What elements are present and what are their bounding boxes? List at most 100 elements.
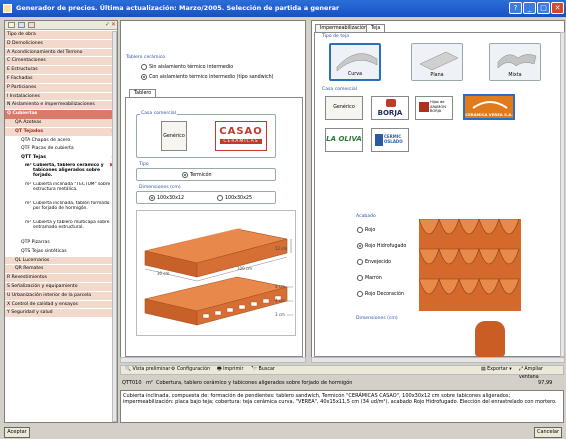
cross-icon[interactable]: ✕ — [111, 21, 116, 28]
result-unit: m² — [146, 380, 153, 386]
right-vscrollbar[interactable] — [560, 32, 565, 357]
vista-preliminar-button[interactable]: 🔍 Vista preliminar — [125, 366, 170, 374]
tree-item[interactable]: Tipo de obra — [5, 31, 117, 40]
brand-generico[interactable]: Genérico — [325, 96, 363, 120]
right-hscrollbar[interactable] — [311, 357, 565, 363]
check-icon[interactable]: ✓ — [105, 21, 110, 28]
partida-unit: m² — [25, 182, 32, 187]
tree-icon[interactable] — [28, 22, 35, 28]
radio-dim-12[interactable]: 100x30x12 — [149, 195, 184, 202]
grid-icon[interactable] — [18, 22, 25, 28]
configuracion-button[interactable]: ⚙ Configuración — [171, 366, 210, 374]
radio-sin-aislamiento[interactable]: Sin aislamiento térmico intermedio — [141, 64, 233, 71]
brand-verea[interactable]: CERÁMICA VEREA S.A. — [463, 94, 515, 120]
acabado-rojo-hidrofugado[interactable]: Rojo Hidrofugado — [357, 243, 406, 250]
brand-cermic-oslado[interactable]: CERMIC OSLADO — [371, 128, 409, 152]
acabado-rojo[interactable]: Rojo — [357, 227, 375, 234]
casao-button[interactable]: CASAO CERÁMICAS — [215, 121, 267, 151]
radio-button[interactable] — [357, 275, 363, 281]
minimize-button[interactable]: _ — [523, 2, 536, 14]
casa-comercial-group: Casa comercial Genérico CASAO CERÁMICAS — [136, 111, 276, 158]
radio-button[interactable] — [357, 243, 363, 249]
tab-tablero[interactable]: Tablero — [129, 89, 157, 97]
acabado-rojo-decoracion[interactable]: Rojo Decoración — [357, 291, 404, 298]
teja-curva-option[interactable]: Curva — [329, 43, 381, 81]
oslado-logo-icon — [375, 134, 383, 146]
maximize-button[interactable]: □ — [537, 2, 550, 14]
partida-unit: m² — [25, 163, 32, 168]
tree-item[interactable]: F Fachadas — [5, 75, 117, 84]
tab-impermeabilizacion[interactable]: Impermeabilización — [315, 24, 372, 32]
tree-item[interactable]: QTF Placas de cubierta — [5, 145, 117, 155]
brand-la-oliva[interactable]: LA OLIVA — [325, 128, 363, 152]
tile-texture-image — [419, 219, 521, 311]
radio-button[interactable] — [149, 195, 155, 201]
radio-con-aislamiento[interactable]: Con aislamiento térmico intermedio (tipo… — [141, 74, 274, 81]
radio-button[interactable] — [357, 291, 363, 297]
tree-item[interactable]: P Particiones — [5, 83, 117, 93]
tablero-ceramico-group: Tablero cerámico Sin aislamiento térmico… — [123, 55, 303, 89]
brand-aramon-borja[interactable]: Hijos de ARAMÓN BORJA — [415, 96, 453, 120]
result-code: QTT010 — [122, 380, 142, 386]
teja-mixta-option[interactable]: Mixta — [489, 43, 541, 81]
generico-button[interactable]: Genérico — [161, 121, 187, 151]
dimensiones-group: 100x30x12 100x30x25 — [136, 191, 276, 204]
tree-item[interactable]: Q Cubiertas▾ — [5, 110, 117, 119]
tree-item[interactable]: C Cimentaciones — [5, 57, 117, 67]
radio-termicon[interactable]: Termicón — [182, 172, 212, 179]
middle-hscrollbar[interactable] — [120, 357, 306, 363]
tile-dimensions-drawing — [475, 321, 505, 357]
dialog-footer: Aceptar Cancelar — [0, 425, 566, 439]
tree-item[interactable]: Y Seguridad y salud — [5, 309, 117, 319]
radio-button[interactable] — [141, 74, 147, 80]
tree-item[interactable]: QTP Pizarras — [5, 239, 117, 248]
tablero-ceramico-label: Tablero cerámico — [125, 55, 167, 60]
imprimir-button[interactable]: 🖶 Imprimir — [217, 366, 243, 374]
partida-item[interactable]: m² Cubierta inclinada "TECTUM" sobre estr… — [5, 182, 117, 201]
teja-plana-option[interactable]: Plana — [411, 43, 463, 81]
cancelar-button[interactable]: Cancelar — [534, 427, 562, 438]
tree-item[interactable]: I Instalaciones — [5, 92, 117, 102]
tree-item[interactable]: N Aislamiento e impermeabilizaciones — [5, 101, 117, 111]
folder-icon[interactable] — [8, 22, 15, 28]
acabado-marron[interactable]: Marrón — [357, 275, 382, 282]
partida-unit: m² — [25, 201, 32, 206]
partida-label: Cubierta inclinada "TECTUM" sobre estruc… — [33, 182, 111, 193]
tipo-group: Termicón — [136, 168, 276, 181]
category-tree-panel: ✓ ✕ Tipo de obra D Demoliciones A Acondici… — [4, 20, 118, 423]
partida-item[interactable]: m² Cubierta, tablero cerámico y tabicones… — [5, 163, 117, 182]
radio-dim-25[interactable]: 100x30x25 — [217, 195, 252, 202]
tree-item[interactable]: R Revestimientos — [5, 274, 117, 283]
close-button[interactable]: ✕ — [551, 2, 564, 14]
radio-button[interactable] — [357, 259, 363, 265]
tree-item[interactable]: QL Lucernarios — [5, 256, 117, 266]
tree-item[interactable]: A Acondicionamiento del Terreno — [5, 48, 117, 58]
tablero-illustration: 12 cm 4 cm 4 cm 3 cm 30 cm 100 cm — [136, 210, 296, 336]
tree-item[interactable]: QA Azoteas — [5, 119, 117, 128]
tree-scrollbar[interactable] — [112, 31, 117, 422]
partida-label: Cubierta inclinada, tablón formado por f… — [33, 201, 110, 212]
radio-button[interactable] — [141, 64, 147, 70]
help-button[interactable]: ? — [509, 2, 522, 14]
tree-item[interactable]: QT Tejados▾ — [5, 127, 117, 137]
tree-item[interactable]: QR Remates — [5, 265, 117, 275]
tree-item[interactable]: D Demoliciones — [5, 39, 117, 49]
tree-item[interactable]: U Urbanización interior de la parcela — [5, 291, 117, 301]
partida-item[interactable]: m² Cubierta y tablero multicapa sobre ent… — [5, 220, 117, 239]
acabado-envejecido[interactable]: Envejecido — [357, 259, 391, 266]
tree-item[interactable]: QTA Chapas de acero — [5, 136, 117, 146]
tree-item[interactable]: E Estructuras — [5, 66, 117, 75]
tree-item[interactable]: S Señalización y equipamiento — [5, 283, 117, 292]
buscar-button[interactable]: 🔭 Buscar — [251, 366, 275, 374]
tree-item[interactable]: X Control de calidad y ensayos — [5, 300, 117, 310]
aceptar-button[interactable]: Aceptar — [4, 427, 30, 438]
tree-item[interactable]: QTS Tejas sintéticas — [5, 247, 117, 257]
radio-button[interactable] — [217, 195, 223, 201]
radio-button[interactable] — [182, 172, 188, 178]
brand-borja[interactable]: BORJA — [371, 96, 409, 120]
exportar-button[interactable]: ▤ Exportar ▾ — [481, 366, 512, 374]
tree-item[interactable]: QTT Tejas▾ — [5, 154, 117, 163]
tab-teja[interactable]: Teja — [366, 24, 386, 32]
partida-item[interactable]: m² Cubierta inclinada, tablón formado por… — [5, 201, 117, 220]
radio-button[interactable] — [357, 227, 363, 233]
